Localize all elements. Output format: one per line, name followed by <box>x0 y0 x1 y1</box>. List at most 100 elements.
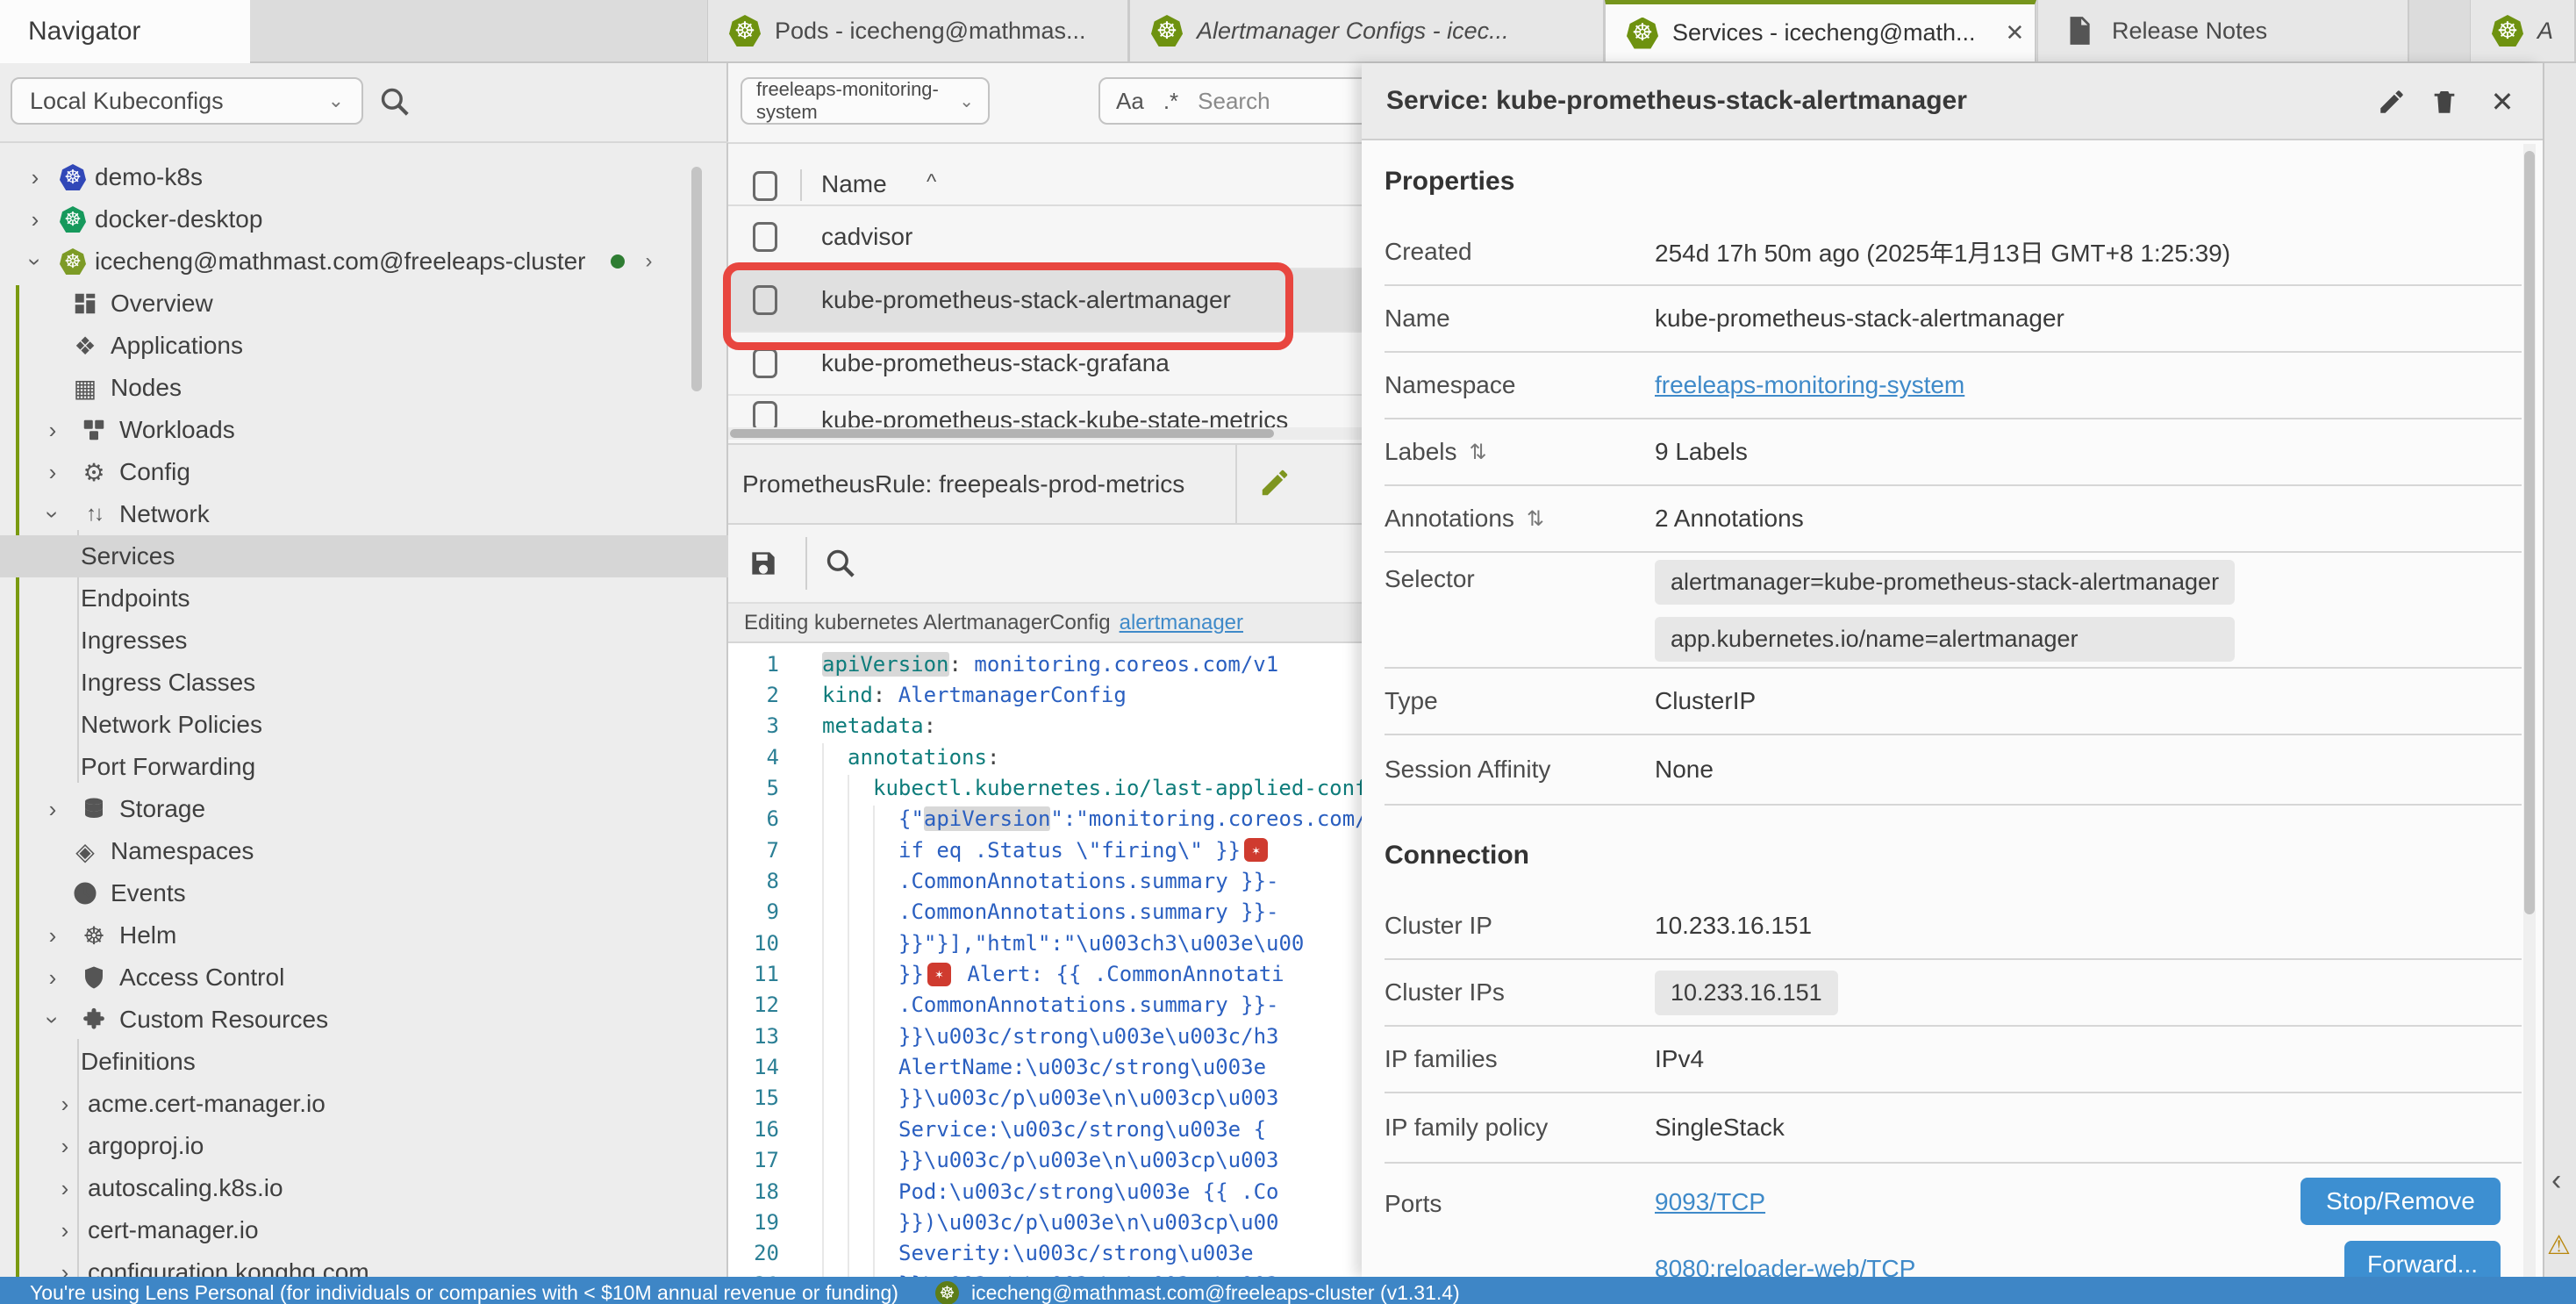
property-row-ip-families: IP families IPv4 <box>1385 1027 2522 1093</box>
drawer-scrollbar-thumb[interactable] <box>2524 151 2535 914</box>
name-column-header[interactable]: Name <box>821 170 887 198</box>
sidebar-item-acme-cert-manager[interactable]: › acme.cert-manager.io <box>0 1083 728 1125</box>
select-all-checkbox[interactable] <box>753 171 777 201</box>
trash-icon[interactable] <box>2427 84 2462 119</box>
row-checkbox[interactable] <box>753 401 777 427</box>
tab-partial[interactable]: ☸ A <box>2470 0 2576 61</box>
save-icon[interactable] <box>744 544 783 583</box>
chevron-expanded-icon[interactable]: › <box>22 246 49 277</box>
warning-icon[interactable]: ⚠ <box>2547 1230 2571 1261</box>
sidebar-item-nodes[interactable]: ▦ Nodes <box>0 367 728 409</box>
sidebar-item-demo-k8s[interactable]: › ☸ demo-k8s <box>0 156 728 198</box>
namespace-select[interactable]: freeleaps-monitoring-system ⌄ <box>741 77 990 125</box>
alertmanager-config-link[interactable]: alertmanager <box>1120 611 1243 635</box>
table-row-clipped[interactable]: kube-prometheus-stack-kube-state-metrics <box>728 396 1362 427</box>
sidebar-item-freeleaps-cluster[interactable]: › ☸ icecheng@mathmast.com@freeleaps-clus… <box>0 240 728 283</box>
property-row-cluster-ip: Cluster IP 10.233.16.151 <box>1385 893 2522 960</box>
navigator-sidebar: Local Kubeconfigs ⌄ › ☸ demo-k8s › ☸ doc… <box>0 63 728 1277</box>
sidebar-item-services[interactable]: Services <box>0 535 728 577</box>
regex-icon[interactable]: .* <box>1163 88 1178 115</box>
sidebar-item-network[interactable]: › ↑↓ Network <box>0 493 728 535</box>
namespace-link[interactable]: freeleaps-monitoring-system <box>1655 371 1964 398</box>
selector-badge[interactable]: alertmanager=kube-prometheus-stack-alert… <box>1655 560 2235 605</box>
sidebar-scrollbar[interactable] <box>691 167 702 391</box>
sidebar-item-namespaces[interactable]: ◈ Namespaces <box>0 830 728 872</box>
table-row[interactable]: cadvisor <box>728 206 1362 269</box>
sidebar-item-docker-desktop[interactable]: › ☸ docker-desktop <box>0 198 728 240</box>
sidebar-item-overview[interactable]: Overview <box>0 283 728 325</box>
edit-pencil-icon[interactable] <box>2374 84 2409 119</box>
sidebar-item-port-forwarding[interactable]: Port Forwarding <box>0 746 728 788</box>
sidebar-item-ingresses[interactable]: Ingresses <box>0 620 728 662</box>
service-details-drawer: Service: kube-prometheus-stack-alertmana… <box>1362 63 2543 1277</box>
sidebar-item-custom-resources[interactable]: › Custom Resources <box>0 999 728 1041</box>
close-icon[interactable]: ✕ <box>2485 84 2520 119</box>
chevron-right-icon[interactable]: › <box>37 922 68 949</box>
yaml-editor[interactable]: 1apiVersion: monitoring.coreos.com/v1 2k… <box>728 643 1362 1277</box>
horizontal-scrollbar-thumb[interactable] <box>730 429 1274 438</box>
stop-remove-button[interactable]: Stop/Remove <box>2301 1178 2501 1225</box>
row-checkbox[interactable] <box>753 348 777 378</box>
kubernetes-icon: ☸ <box>729 15 761 47</box>
search-icon[interactable] <box>821 544 860 583</box>
sidebar-item-endpoints[interactable]: Endpoints <box>0 577 728 620</box>
property-row-annotations: Annotations⇅ 2 Annotations <box>1385 486 2522 553</box>
list-search-box[interactable]: Aa .* <box>1098 77 1388 125</box>
sort-ascending-icon[interactable]: ^ <box>927 170 936 195</box>
connection-heading: Connection <box>1385 841 1529 871</box>
sidebar-item-cert-manager[interactable]: › cert-manager.io <box>0 1209 728 1251</box>
tab-release-notes[interactable]: Release Notes <box>2037 0 2409 61</box>
sidebar-item-network-policies[interactable]: Network Policies <box>0 704 728 746</box>
sidebar-item-applications[interactable]: ❖ Applications <box>0 325 728 367</box>
divider <box>728 142 1362 144</box>
port-link-9093[interactable]: 9093/TCP <box>1655 1188 1915 1216</box>
chevron-right-icon[interactable]: › <box>19 164 51 191</box>
indent-guide <box>873 806 875 1277</box>
search-icon[interactable] <box>376 82 414 121</box>
chevron-expanded-icon[interactable]: › <box>39 498 67 530</box>
code-line: 3metadata: <box>728 711 1362 742</box>
sidebar-item-events[interactable]: Events <box>0 872 728 914</box>
grid-icon <box>68 290 102 317</box>
sidebar-item-ingress-classes[interactable]: Ingress Classes <box>0 662 728 704</box>
chevron-left-icon[interactable]: ‹ <box>2551 1164 2561 1198</box>
cluster-ip-badge[interactable]: 10.233.16.151 <box>1655 971 1838 1015</box>
expand-toggle-icon[interactable]: ⇅ <box>1470 440 1487 465</box>
chevron-right-icon[interactable]: › <box>49 1133 81 1160</box>
sidebar-item-access-control[interactable]: › Access Control <box>0 957 728 999</box>
sidebar-item-storage[interactable]: › Storage <box>0 788 728 830</box>
sidebar-item-helm[interactable]: › ☸ Helm <box>0 914 728 957</box>
chevron-right-icon[interactable]: › <box>19 206 51 233</box>
sidebar-item-autoscaling-k8s[interactable]: › autoscaling.k8s.io <box>0 1167 728 1209</box>
chevron-right-icon[interactable]: › <box>49 1217 81 1244</box>
chevron-right-icon[interactable]: › <box>37 459 68 486</box>
match-case-icon[interactable]: Aa <box>1116 88 1144 115</box>
chevron-right-icon[interactable]: › <box>37 417 68 444</box>
kubeconfig-select[interactable]: Local Kubeconfigs ⌄ <box>11 77 363 125</box>
tab-pods[interactable]: ☸ Pods - icecheng@mathmas... <box>707 0 1129 61</box>
chevron-right-icon[interactable]: › <box>646 249 653 274</box>
sidebar-item-config[interactable]: › ⚙ Config <box>0 451 728 493</box>
chevron-right-icon[interactable]: › <box>37 796 68 823</box>
tab-alertmanager-configs[interactable]: ☸ Alertmanager Configs - icec... <box>1129 0 1605 61</box>
alert-emoji: ✶ <box>927 963 951 986</box>
chevron-right-icon[interactable]: › <box>49 1091 81 1118</box>
chevron-right-icon[interactable]: › <box>49 1175 81 1202</box>
selector-badge[interactable]: app.kubernetes.io/name=alertmanager <box>1655 617 2235 662</box>
close-tab-icon[interactable]: ✕ <box>2006 19 2025 47</box>
sidebar-item-definitions[interactable]: Definitions <box>0 1041 728 1083</box>
property-row-cluster-ips: Cluster IPs 10.233.16.151 <box>1385 960 2522 1027</box>
edit-pencil-icon[interactable] <box>1258 466 1292 499</box>
chevron-expanded-icon[interactable]: › <box>39 1004 67 1035</box>
sidebar-item-argoproj[interactable]: › argoproj.io <box>0 1125 728 1167</box>
chevron-right-icon[interactable]: › <box>37 964 68 992</box>
property-row-name: Name kube-prometheus-stack-alertmanager <box>1385 286 2522 353</box>
tab-services[interactable]: ☸ Services - icecheng@math... ✕ <box>1605 0 2036 61</box>
expand-toggle-icon[interactable]: ⇅ <box>1527 506 1544 532</box>
row-checkbox[interactable] <box>753 222 777 252</box>
workloads-icon <box>77 417 111 443</box>
active-cluster-status[interactable]: icecheng@mathmast.com@freeleaps-cluster … <box>971 1281 1460 1304</box>
chevron-down-icon: ⌄ <box>328 90 344 112</box>
search-input[interactable] <box>1198 88 1320 115</box>
sidebar-item-workloads[interactable]: › Workloads <box>0 409 728 451</box>
